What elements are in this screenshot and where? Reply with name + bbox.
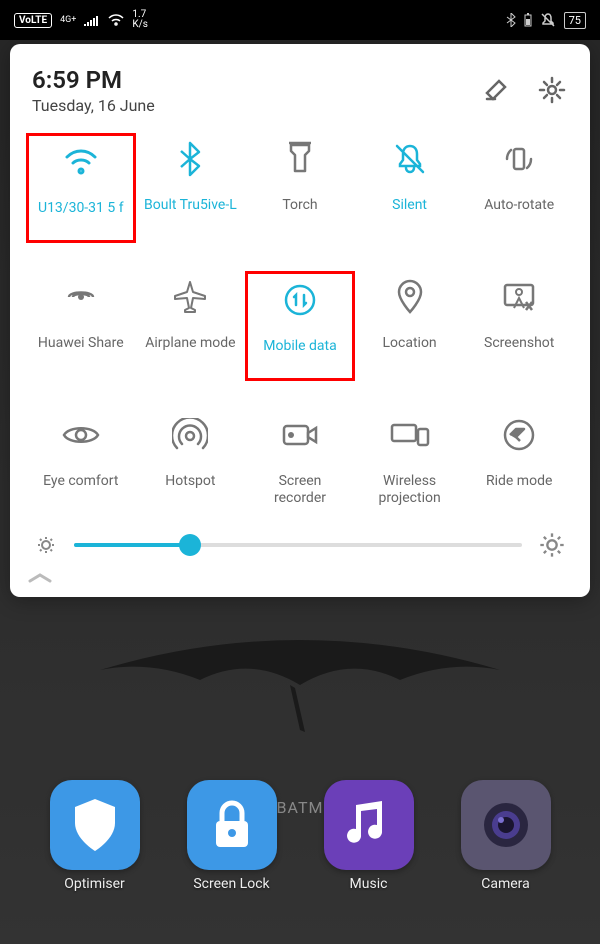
torch-icon — [280, 139, 320, 179]
network-type: 4G+ — [60, 16, 76, 25]
battery-indicator: 75 — [564, 12, 586, 29]
app-label: Optimiser — [64, 876, 125, 892]
tile-label: Wirelessprojection — [378, 473, 440, 507]
app-camera[interactable]: Camera — [461, 780, 551, 892]
brightness-slider[interactable] — [74, 543, 522, 547]
tile-location[interactable]: Location — [355, 271, 465, 381]
tile-label: Boult Tru5ive-L — [144, 197, 237, 231]
tile-torch[interactable]: Torch — [245, 133, 355, 243]
tile-wifi[interactable]: U13/30-31 5 f — [26, 133, 136, 243]
tile-label: Silent — [392, 197, 427, 231]
tile-label: Huawei Share — [38, 335, 124, 369]
app-lock[interactable]: Screen Lock — [187, 780, 277, 892]
tile-projection[interactable]: Wirelessprojection — [355, 409, 465, 513]
brightness-slider-row — [26, 513, 574, 565]
tile-label: Screenrecorder — [274, 473, 326, 507]
tile-grid: U13/30-31 5 f Boult Tru5ive-L Torch Sile… — [26, 133, 574, 513]
signal-bars-icon — [84, 14, 100, 26]
dock: Optimiser Screen Lock Music Camera — [0, 780, 600, 892]
wifi-icon — [61, 142, 101, 182]
brightness-high-icon — [538, 531, 566, 559]
shield-app-icon — [50, 780, 140, 870]
app-label: Screen Lock — [193, 876, 269, 892]
camera-app-icon — [461, 780, 551, 870]
screenshot-icon — [499, 277, 539, 317]
panel-time: 6:59 PM — [32, 66, 155, 94]
tile-label: Hotspot — [165, 473, 215, 507]
rotate-icon — [499, 139, 539, 179]
tile-mobiledata[interactable]: Mobile data — [245, 271, 355, 381]
statusbar: VoLTE 4G+ 1.7 K/s 75 — [0, 0, 600, 40]
tile-bluetooth[interactable]: Boult Tru5ive-L — [136, 133, 246, 243]
quick-settings-panel: 6:59 PM Tuesday, 16 June U13/30-31 5 f B… — [10, 44, 590, 597]
edit-tiles-button[interactable] — [480, 74, 512, 106]
tile-recorder[interactable]: Screenrecorder — [245, 409, 355, 513]
app-label: Camera — [481, 876, 530, 892]
app-music[interactable]: Music — [324, 780, 414, 892]
settings-button[interactable] — [536, 74, 568, 106]
datetime[interactable]: 6:59 PM Tuesday, 16 June — [32, 66, 155, 115]
music-app-icon — [324, 780, 414, 870]
share-icon — [61, 277, 101, 317]
projection-icon — [390, 415, 430, 455]
bluetooth-status-icon — [506, 13, 516, 27]
tile-label: Auto-rotate — [484, 197, 554, 231]
tile-eye[interactable]: Eye comfort — [26, 409, 136, 513]
eye-icon — [61, 415, 101, 455]
tile-label: Ride mode — [486, 473, 552, 507]
tile-label: Mobile data — [263, 338, 336, 372]
silent-icon — [390, 139, 430, 179]
mobiledata-icon — [280, 280, 320, 320]
mute-status-icon — [540, 13, 556, 27]
tile-hotspot[interactable]: Hotspot — [136, 409, 246, 513]
collapse-handle[interactable] — [26, 565, 574, 587]
airplane-icon — [170, 277, 210, 317]
app-shield[interactable]: Optimiser — [50, 780, 140, 892]
wallpaper-text: BATM — [277, 798, 324, 817]
tile-label: U13/30-31 5 f — [38, 200, 124, 234]
tile-label: Eye comfort — [43, 473, 118, 507]
brightness-low-icon — [34, 533, 58, 557]
tile-airplane[interactable]: Airplane mode — [136, 271, 246, 381]
wallpaper-umbrella — [90, 640, 510, 740]
tile-ride[interactable]: Ride mode — [464, 409, 574, 513]
tile-screenshot[interactable]: Screenshot — [464, 271, 574, 381]
location-icon — [390, 277, 430, 317]
data-speed: 1.7 K/s — [132, 10, 148, 30]
bluetooth-icon — [170, 139, 210, 179]
bluetooth-battery-icon — [524, 13, 532, 27]
wifi-status-icon — [108, 14, 124, 26]
tile-label: Location — [383, 335, 437, 369]
recorder-icon — [280, 415, 320, 455]
tile-rotate[interactable]: Auto-rotate — [464, 133, 574, 243]
hotspot-icon — [170, 415, 210, 455]
volte-badge: VoLTE — [14, 13, 52, 28]
app-label: Music — [350, 876, 388, 892]
tile-silent[interactable]: Silent — [355, 133, 465, 243]
ride-icon — [499, 415, 539, 455]
panel-date: Tuesday, 16 June — [32, 96, 155, 115]
tile-label: Torch — [282, 197, 317, 231]
lock-app-icon — [187, 780, 277, 870]
tile-share[interactable]: Huawei Share — [26, 271, 136, 381]
tile-label: Airplane mode — [145, 335, 235, 369]
tile-label: Screenshot — [484, 335, 554, 369]
